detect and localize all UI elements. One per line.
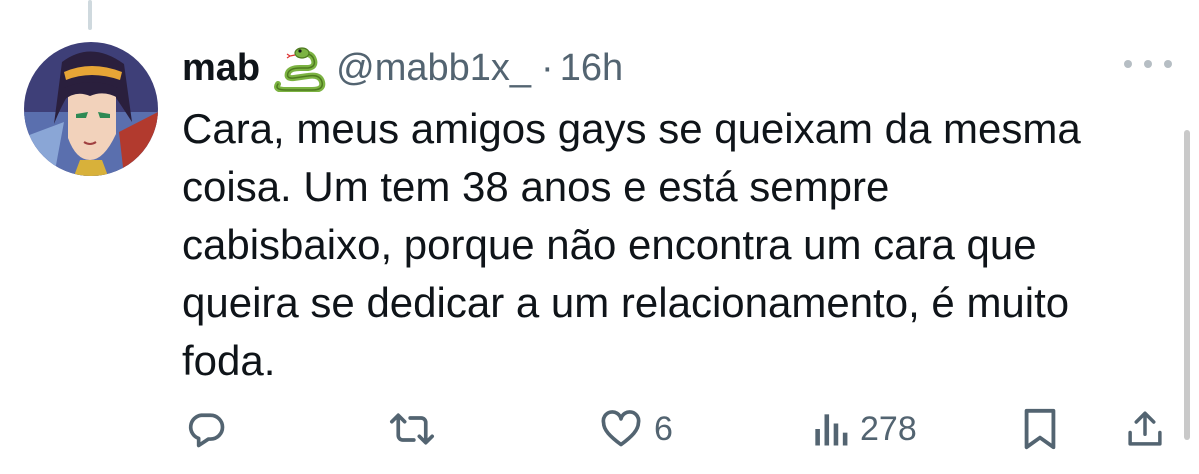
more-options-button[interactable] xyxy=(1124,50,1172,78)
avatar-image xyxy=(24,42,158,176)
scrollbar[interactable] xyxy=(1184,130,1190,440)
action-bar: 6 278 xyxy=(180,402,1170,456)
reply-icon xyxy=(188,413,225,448)
snake-emoji-icon xyxy=(272,44,326,93)
heart-icon xyxy=(601,410,641,447)
bookmark-button[interactable] xyxy=(1020,402,1060,456)
more-dot-icon xyxy=(1164,60,1172,68)
share-button[interactable] xyxy=(1124,402,1166,456)
user-handle[interactable]: @mabb1x_ xyxy=(336,47,531,90)
display-name[interactable]: mab xyxy=(182,47,260,90)
reply-button[interactable] xyxy=(184,402,238,456)
retweet-icon xyxy=(390,413,434,445)
avatar[interactable] xyxy=(24,42,158,176)
like-count: 6 xyxy=(654,409,673,448)
timestamp[interactable]: 16h xyxy=(560,47,623,90)
bookmark-icon xyxy=(1024,408,1056,450)
more-dot-icon xyxy=(1144,60,1152,68)
retweet-button[interactable] xyxy=(386,402,448,456)
more-dot-icon xyxy=(1124,60,1132,68)
like-button[interactable]: 6 xyxy=(598,402,673,456)
separator-dot: · xyxy=(541,46,554,89)
tweet-header: mab @mabb1x_ · 16h xyxy=(182,40,623,96)
views-button[interactable]: 278 xyxy=(810,402,917,456)
views-count: 278 xyxy=(860,409,917,448)
tweet-text: Cara, meus amigos gays se queixam da mes… xyxy=(182,105,1081,384)
share-icon xyxy=(1128,411,1162,446)
thread-connector-line xyxy=(88,0,92,30)
views-icon xyxy=(815,414,848,446)
